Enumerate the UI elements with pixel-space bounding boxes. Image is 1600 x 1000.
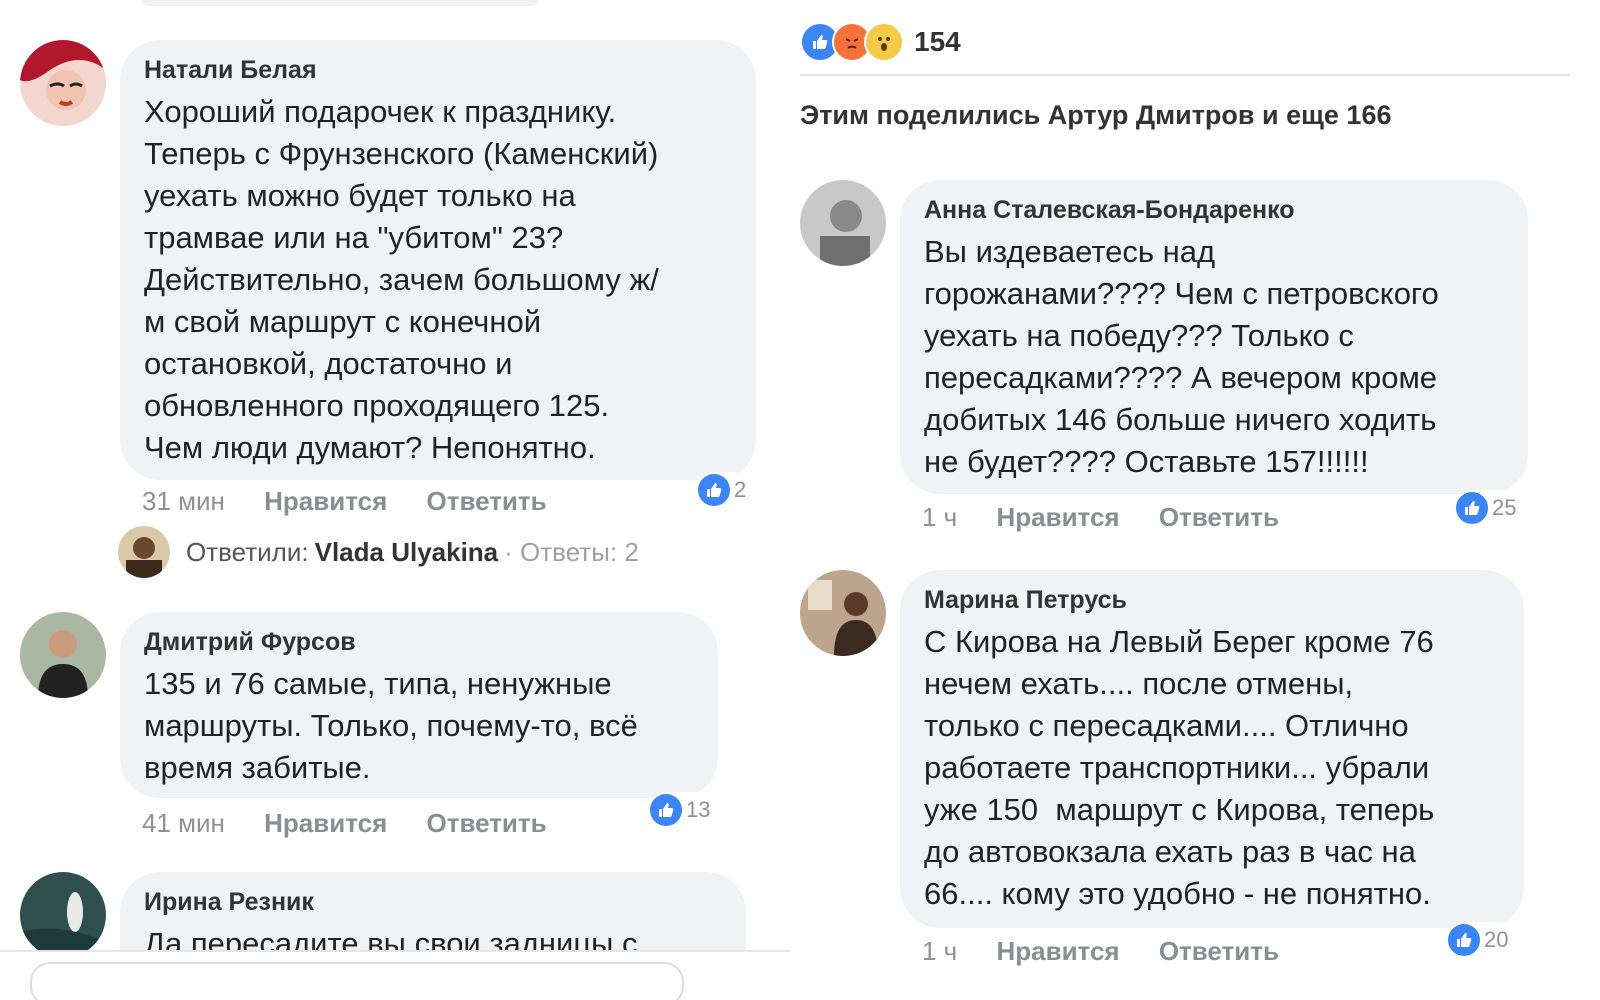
avatar[interactable]	[20, 40, 106, 126]
wow-face-icon	[864, 22, 904, 62]
comment-input-bar[interactable]	[30, 962, 684, 1000]
thumbs-up-icon	[1456, 492, 1488, 524]
comment-author[interactable]: Ирина Резник	[144, 888, 722, 917]
replies-author[interactable]: Vlada Ulyakina	[315, 537, 499, 568]
previous-comment-bubble	[140, 0, 540, 6]
avatar[interactable]	[800, 180, 886, 266]
comment-meta: 41 мин Нравится Ответить	[142, 808, 579, 839]
left-comments-panel: Натали Белая Хороший подарочек к праздни…	[0, 0, 790, 1000]
reply-link[interactable]: Ответить	[1159, 936, 1279, 966]
replies-prefix: Ответили:	[186, 536, 309, 567]
comment-meta: 1 ч Нравится Ответить	[922, 936, 1311, 967]
comment-author[interactable]: Натали Белая	[144, 56, 732, 85]
replies-summary[interactable]: Ответили: Vlada Ulyakina · Ответы: 2	[118, 526, 639, 578]
comment-author[interactable]: Анна Сталевская-Бондаренко	[924, 196, 1504, 225]
reply-avatar	[118, 526, 170, 578]
comment-bubble: Анна Сталевская-Бондаренко Вы издеваетес…	[900, 180, 1528, 494]
comment-meta: 31 мин Нравится Ответить	[142, 486, 579, 517]
comment-time[interactable]: 41 мин	[142, 808, 225, 838]
comment-bubble: Натали Белая Хороший подарочек к праздни…	[120, 40, 756, 480]
reactions-summary[interactable]: 154	[800, 22, 961, 62]
reaction-count: 154	[914, 26, 961, 57]
comment-item: Дмитрий Фурсов 135 и 76 самые, типа, нен…	[20, 612, 780, 842]
avatar[interactable]	[20, 612, 106, 698]
comment-text: С Кирова на Левый Берег кроме 76 нечем е…	[924, 624, 1435, 911]
comment-item: Натали Белая Хороший подарочек к праздни…	[20, 40, 780, 520]
like-count-badge[interactable]: 2	[696, 472, 753, 508]
avatar[interactable]	[20, 872, 106, 952]
like-link[interactable]: Нравится	[996, 936, 1119, 966]
like-count: 13	[686, 797, 711, 822]
reply-link[interactable]: Ответить	[1159, 502, 1279, 532]
like-link[interactable]: Нравится	[264, 486, 387, 516]
divider	[800, 74, 1570, 76]
like-count-badge[interactable]: 13	[648, 792, 717, 828]
like-count-badge[interactable]: 20	[1446, 922, 1515, 958]
like-count: 25	[1492, 495, 1517, 520]
like-count: 20	[1484, 927, 1509, 952]
avatar[interactable]	[800, 570, 886, 656]
shared-summary[interactable]: Этим поделились Артур Дмитров и еще 166	[800, 100, 1391, 131]
comment-text: Да пересадите вы свои задницы с	[144, 926, 638, 952]
comment-text: Хороший подарочек к празднику. Теперь с …	[144, 94, 659, 465]
comment-item: Анна Сталевская-Бондаренко Вы издеваетес…	[800, 180, 1560, 540]
divider	[0, 950, 790, 952]
reply-link[interactable]: Ответить	[426, 808, 546, 838]
comment-text: Вы издеваетесь над горожанами???? Чем с …	[924, 234, 1439, 479]
comment-item: Марина Петрусь С Кирова на Левый Берег к…	[800, 570, 1560, 990]
like-count: 2	[734, 477, 747, 502]
comment-bubble: Марина Петрусь С Кирова на Левый Берег к…	[900, 570, 1524, 928]
like-link[interactable]: Нравится	[996, 502, 1119, 532]
like-link[interactable]: Нравится	[264, 808, 387, 838]
comment-author[interactable]: Марина Петрусь	[924, 586, 1500, 615]
comment-bubble: Дмитрий Фурсов 135 и 76 самые, типа, нен…	[120, 612, 718, 798]
replies-count[interactable]: · Ответы: 2	[504, 537, 639, 568]
comment-text: 135 и 76 самые, типа, ненужные маршруты.…	[144, 666, 638, 785]
comment-time[interactable]: 1 ч	[922, 502, 957, 532]
thumbs-up-icon	[1448, 924, 1480, 956]
like-count-badge[interactable]: 25	[1454, 490, 1523, 526]
comment-time[interactable]: 31 мин	[142, 486, 225, 516]
thumbs-up-icon	[650, 794, 682, 826]
reply-link[interactable]: Ответить	[426, 486, 546, 516]
thumbs-up-icon	[698, 474, 730, 506]
comment-item: Ирина Резник Да пересадите вы свои задни…	[20, 872, 780, 952]
comment-time[interactable]: 1 ч	[922, 936, 957, 966]
comment-meta: 1 ч Нравится Ответить	[922, 502, 1311, 533]
right-comments-panel: 154 Этим поделились Артур Дмитров и еще …	[800, 0, 1600, 1000]
comment-author[interactable]: Дмитрий Фурсов	[144, 628, 694, 657]
comment-bubble: Ирина Резник Да пересадите вы свои задни…	[120, 872, 746, 952]
